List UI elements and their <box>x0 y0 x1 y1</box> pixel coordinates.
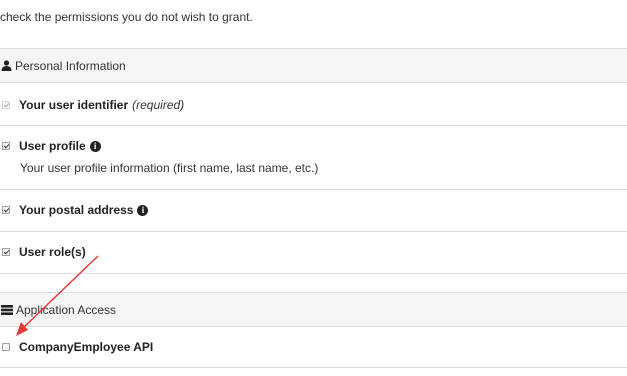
permission-row-user-roles: User role(s) <box>0 232 627 274</box>
instructions-text: check the permissions you do not wish to… <box>0 10 253 24</box>
person-icon <box>1 60 12 71</box>
permission-title: User role(s) <box>19 245 86 259</box>
company-employee-api-checkbox[interactable] <box>2 343 10 351</box>
required-note: (required) <box>132 98 185 112</box>
postal-address-checkbox[interactable] <box>2 206 10 214</box>
info-icon[interactable]: i <box>137 204 149 216</box>
user-identifier-checkbox <box>2 101 10 109</box>
section-header-personal: Personal Information <box>0 48 627 83</box>
permission-row-user-identifier: Your user identifier (required) <box>0 83 627 126</box>
permission-row-company-employee-api: CompanyEmployee API <box>0 327 627 368</box>
server-icon <box>1 304 13 315</box>
permission-title: User profile <box>19 139 86 153</box>
permission-description: Your user profile information (first nam… <box>20 161 319 175</box>
permission-title: Your postal address <box>19 203 134 217</box>
permission-title: CompanyEmployee API <box>19 340 154 354</box>
permission-title: Your user identifier (required) <box>19 98 184 112</box>
info-icon[interactable]: i <box>89 140 101 152</box>
permission-title-text: Your user identifier <box>19 98 129 112</box>
permission-row-postal-address: Your postal address i <box>0 190 627 232</box>
section-header-application: Application Access <box>0 292 627 327</box>
user-profile-checkbox[interactable] <box>2 142 10 150</box>
user-roles-checkbox[interactable] <box>2 248 10 256</box>
permission-row-user-profile: User profile i Your user profile informa… <box>0 126 627 190</box>
section-title-application: Application Access <box>16 302 117 317</box>
section-title-personal: Personal Information <box>15 58 126 73</box>
